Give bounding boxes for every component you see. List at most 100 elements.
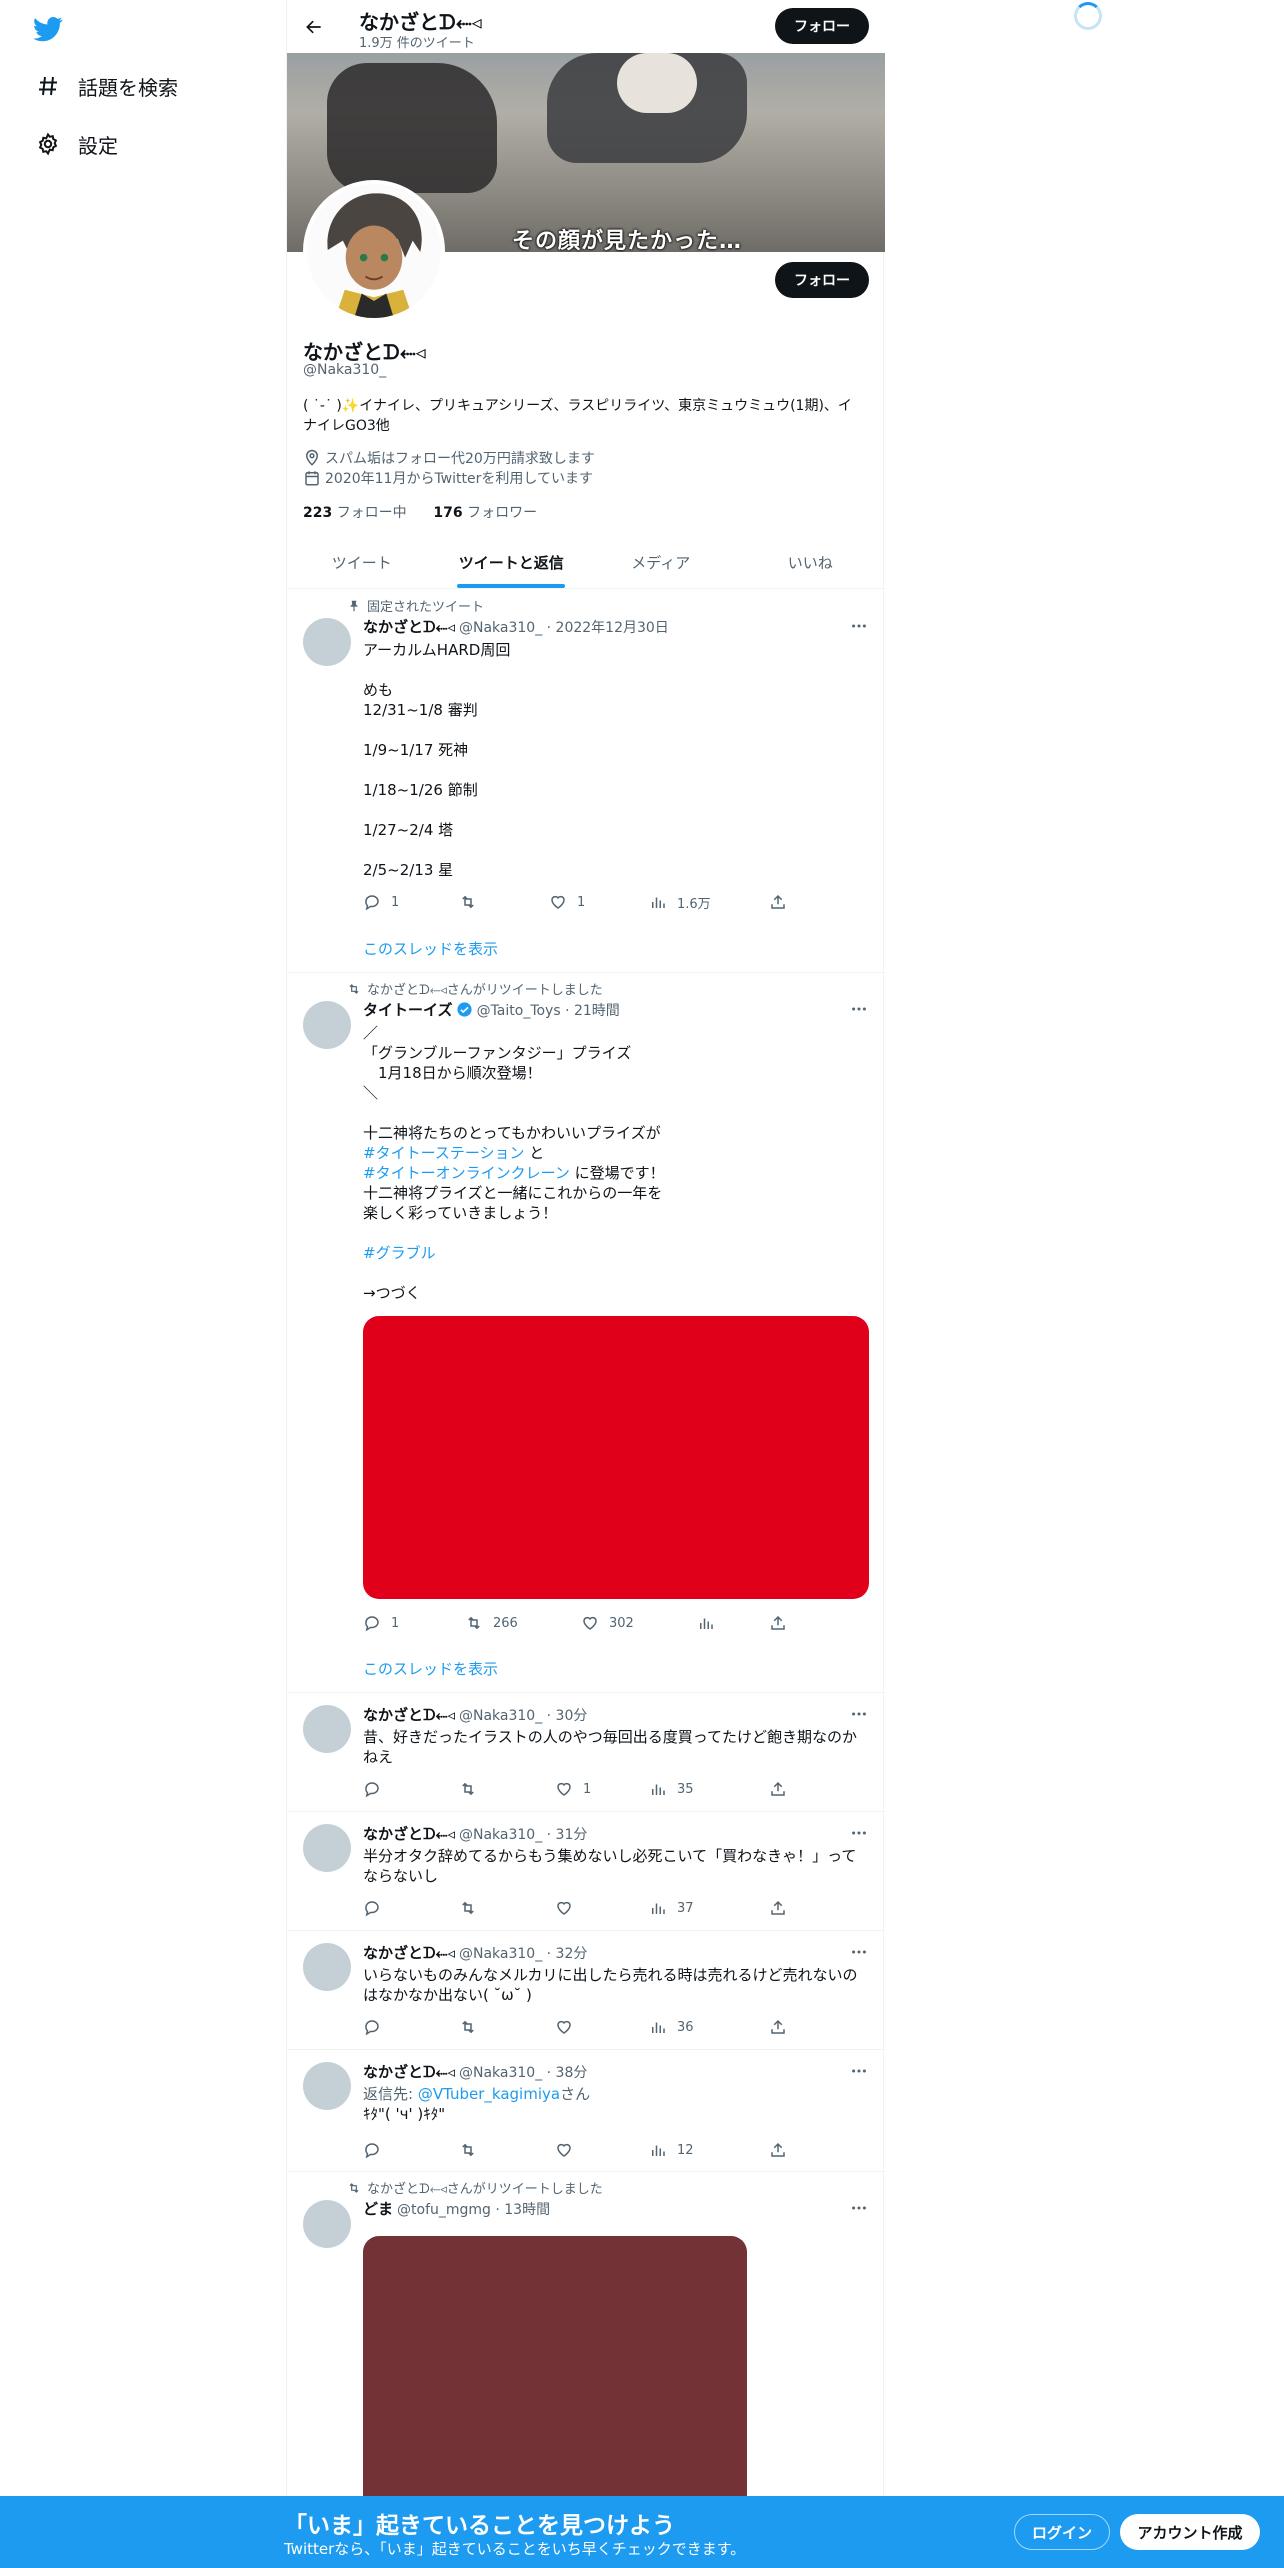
tweet-pinned[interactable]: 固定されたツイート なかざとᗪ⬸◃ @Naka310_ · 2022年12月30… (287, 590, 885, 973)
gear-icon (30, 126, 66, 162)
tweet-handle-time[interactable]: @Naka310_ · 32分 (459, 1943, 587, 1963)
views-button[interactable]: 12 (649, 2140, 694, 2160)
more-options-icon[interactable] (849, 616, 869, 636)
more-options-icon[interactable] (849, 2061, 869, 2081)
hashtag-link[interactable]: #グラブル (363, 1244, 436, 1262)
more-options-icon[interactable] (849, 999, 869, 1019)
tweet-author-name[interactable]: なかざとᗪ⬸◃ (363, 616, 455, 637)
tweet-avatar[interactable] (303, 618, 351, 666)
reply-button[interactable] (363, 1779, 391, 1799)
more-options-icon[interactable] (849, 2198, 869, 2218)
hashtag-link[interactable]: #タイトーステーション (363, 1144, 525, 1162)
tweet-author-name[interactable]: タイトーイズ (363, 999, 453, 1020)
like-button[interactable] (555, 1898, 583, 1918)
tweet-handle-time[interactable]: @tofu_mgmg · 13時間 (397, 2199, 550, 2219)
tweet-handle-time[interactable]: @Naka310_ · 30分 (459, 1705, 587, 1725)
like-button[interactable]: 1 (555, 1779, 591, 1799)
retweet-button[interactable] (459, 2140, 487, 2160)
like-button[interactable] (555, 2140, 583, 2160)
hashtag-link[interactable]: #タイトーオンラインクレーン (363, 1164, 570, 1182)
share-button[interactable] (769, 2017, 787, 2037)
profile-header-bar: なかざとᗪ⬸◃ 1.9万 件のツイート フォロー (287, 0, 885, 53)
tweet-text: ｷﾀ"( 'ч' )ｷﾀ" (363, 2105, 446, 2123)
more-options-icon[interactable] (849, 1704, 869, 1724)
tweet-author-name[interactable]: なかざとᗪ⬸◃ (363, 1823, 455, 1844)
views-button[interactable]: 37 (649, 1898, 694, 1918)
share-button[interactable] (769, 2140, 787, 2160)
tab-media[interactable]: メディア (586, 536, 736, 588)
like-button[interactable]: 302 (581, 1613, 634, 1633)
tweet-author-name[interactable]: なかざとᗪ⬸◃ (363, 2061, 455, 2082)
retweet-button[interactable] (459, 892, 487, 912)
tweet-author-name[interactable]: どま (363, 2198, 393, 2219)
tweet-handle-time[interactable]: @Naka310_ · 38分 (459, 2062, 587, 2082)
profile-follow-button[interactable]: フォロー (775, 262, 869, 298)
following-label: フォロー中 (336, 505, 407, 521)
tweet-handle-time[interactable]: @Naka310_ · 31分 (459, 1824, 587, 1844)
tweet-retweet-taito[interactable]: なかざとᗪ⬸◃さんがリツイートしました タイトーイズ @Taito_Toys ·… (287, 973, 885, 1693)
twitter-logo-icon[interactable] (32, 14, 64, 44)
tweet-media-image[interactable] (363, 1316, 869, 1599)
show-thread-link[interactable]: このスレッドを表示 (363, 1658, 498, 1679)
views-button[interactable]: 36 (649, 2017, 694, 2037)
reply-to-link[interactable]: @VTuber_kagimiya (418, 2085, 560, 2103)
tweet-avatar[interactable] (303, 1943, 351, 1991)
retweet-button[interactable] (459, 1779, 487, 1799)
tweet-avatar[interactable] (303, 1824, 351, 1872)
tweet-text: 昔、好きだったイラストの人のやつ毎回出る度買ってたけど飽き期なのかねえ (363, 1728, 857, 1766)
tweet-avatar[interactable] (303, 1705, 351, 1753)
login-button[interactable]: ログイン (1014, 2514, 1110, 2550)
tab-tweets[interactable]: ツイート (287, 536, 437, 588)
views-button[interactable]: 1.6万 (649, 892, 711, 912)
retweet-button[interactable]: 266 (465, 1613, 518, 1633)
followers-link[interactable]: 176 フォロワー (433, 505, 537, 521)
profile-avatar[interactable] (303, 180, 445, 322)
reply-to-line: 返信先: @VTuber_kagimiyaさん (363, 2084, 869, 2104)
header-follow-button[interactable]: フォロー (775, 8, 869, 44)
share-button[interactable] (769, 1898, 787, 1918)
tweet[interactable]: なかざとᗪ⬸◃ @Naka310_ · 30分 昔、好きだったイラストの人のやつ… (287, 1693, 885, 1812)
retweet-button[interactable] (459, 2017, 487, 2037)
views-button[interactable]: 35 (649, 1779, 694, 1799)
tweet-header: なかざとᗪ⬸◃ @Naka310_ · 30分 (363, 1704, 587, 1725)
nav-explore-label: 話題を検索 (78, 75, 178, 100)
tweet-handle-time[interactable]: @Taito_Toys · 21時間 (477, 1000, 620, 1020)
share-button[interactable] (769, 892, 787, 912)
nav-explore[interactable]: 話題を検索 (30, 66, 178, 106)
nav-settings[interactable]: 設定 (30, 124, 118, 164)
tweet-reply[interactable]: なかざとᗪ⬸◃ @Naka310_ · 38分 返信先: @VTuber_kag… (287, 2050, 885, 2172)
tab-tweets-and-replies[interactable]: ツイートと返信 (437, 536, 587, 588)
back-arrow-icon[interactable] (297, 10, 331, 44)
tweet-avatar[interactable] (303, 1001, 351, 1049)
following-link[interactable]: 223 フォロー中 (303, 505, 407, 521)
tweet-handle-time[interactable]: @Naka310_ · 2022年12月30日 (459, 617, 669, 637)
reply-button[interactable]: 1 (363, 892, 399, 912)
reply-button[interactable] (363, 2017, 391, 2037)
tweet-avatar[interactable] (303, 2200, 351, 2248)
reply-button[interactable] (363, 1898, 391, 1918)
tweet[interactable]: なかざとᗪ⬸◃ @Naka310_ · 32分 いらないものみんなメルカリに出し… (287, 1931, 885, 2050)
views-count: 35 (677, 1781, 694, 1797)
more-options-icon[interactable] (849, 1942, 869, 1962)
share-button[interactable] (769, 1779, 787, 1799)
like-button[interactable] (555, 2017, 583, 2037)
views-button[interactable] (697, 1613, 715, 1633)
nav-settings-label: 設定 (78, 133, 118, 158)
views-chart-icon (652, 1903, 665, 1914)
reply-button[interactable] (363, 2140, 391, 2160)
tweet-avatar[interactable] (303, 2062, 351, 2110)
like-button[interactable]: 1 (549, 892, 585, 912)
signup-button[interactable]: アカウント作成 (1120, 2514, 1260, 2550)
show-thread-link[interactable]: このスレッドを表示 (363, 938, 498, 959)
profile-handle: @Naka310_ (303, 362, 387, 378)
tab-likes[interactable]: いいね (736, 536, 886, 588)
tweet-author-name[interactable]: なかざとᗪ⬸◃ (363, 1704, 455, 1725)
more-options-icon[interactable] (849, 1823, 869, 1843)
tweet-actions: 37 (363, 1898, 793, 1918)
tweet-author-name[interactable]: なかざとᗪ⬸◃ (363, 1942, 455, 1963)
share-button[interactable] (769, 1613, 787, 1633)
tweet[interactable]: なかざとᗪ⬸◃ @Naka310_ · 31分 半分オタク辞めてるからもう集めな… (287, 1812, 885, 1931)
reply-button[interactable]: 1 (363, 1613, 399, 1633)
retweet-button[interactable] (459, 1898, 487, 1918)
pin-icon (339, 599, 361, 613)
